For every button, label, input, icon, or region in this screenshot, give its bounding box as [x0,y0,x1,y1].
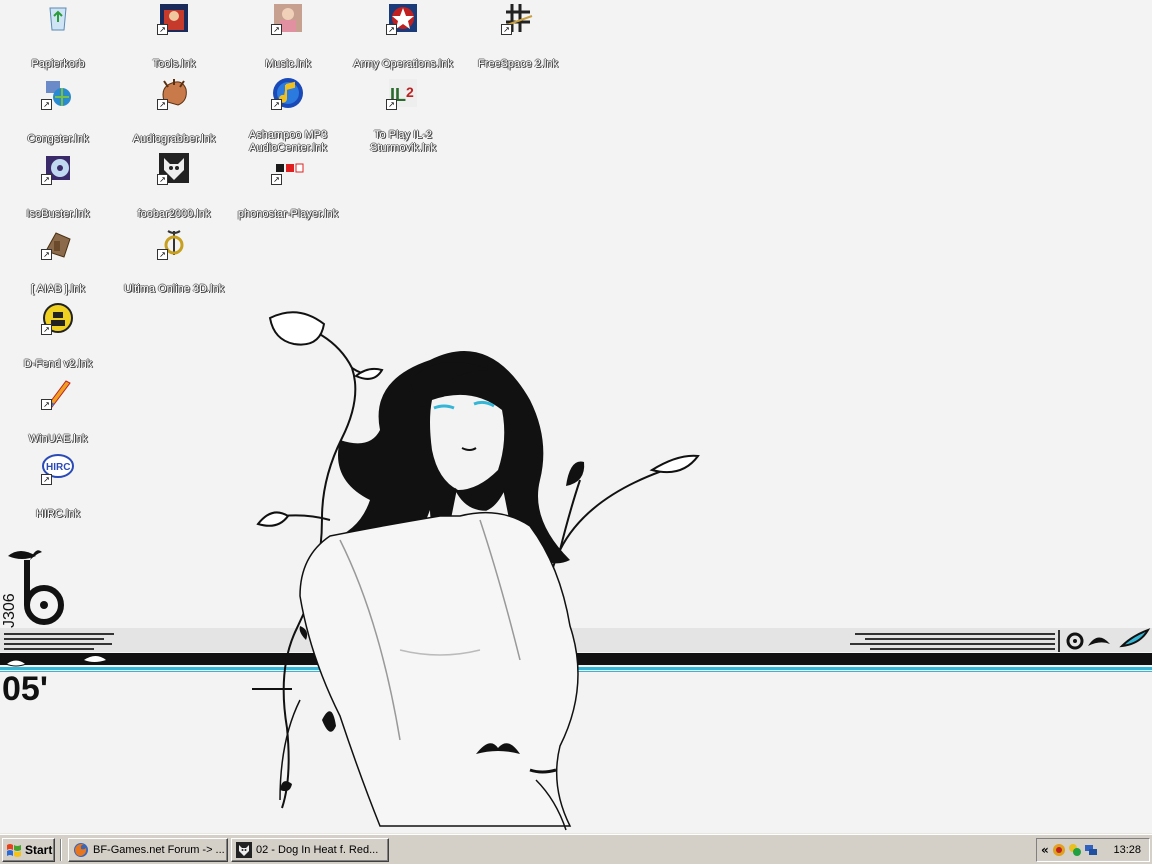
hirc-icon: HIRC ↗ [41,452,74,485]
messenger-tray-icon[interactable] [1068,843,1082,857]
desktop-icon-label: To Play IL-2 Sturmovik.lnk [369,129,437,154]
task-button-browser[interactable]: BF-Games.net Forum -> ... [68,838,228,862]
tray-expand-button[interactable]: « [1041,843,1049,857]
freespace-icon: ↗ [501,2,534,35]
desktop-icon-label: Music.lnk [265,58,311,70]
shortcut-arrow-icon: ↗ [157,99,168,110]
svg-text:2: 2 [406,84,414,100]
taskbar: Start BF-Games.net Forum -> ... 02 - Dog… [0,834,1152,864]
foobar-icon: ↗ [157,152,190,185]
taskbar-separator [60,839,62,861]
desktop-icon-aiab[interactable]: ↗ [ AIAB ].lnk [0,227,116,297]
shortcut-arrow-icon: ↗ [271,99,282,110]
task-button-player[interactable]: 02 - Dog In Heat f. Red... [231,838,389,862]
desktop-icon-label: D-Fend v2.lnk [23,358,93,370]
ultima-icon: ↗ [157,227,190,260]
shortcut-arrow-icon: ↗ [41,174,52,185]
task-label: BF-Games.net Forum -> ... [93,844,225,856]
antivirus-tray-icon[interactable] [1052,843,1066,857]
desktop-icon-music[interactable]: ↗ Music.lnk [230,2,346,72]
desktop-icon-il2[interactable]: IL 2 ↗ To Play IL-2 Sturmovik.lnk [345,77,461,156]
shortcut-arrow-icon: ↗ [386,99,397,110]
ashampoo-icon: ↗ [271,77,304,110]
shortcut-arrow-icon: ↗ [41,399,52,410]
shortcut-arrow-icon: ↗ [41,474,52,485]
shortcut-arrow-icon: ↗ [501,24,512,35]
shortcut-arrow-icon: ↗ [386,24,397,35]
congster-icon: ↗ [41,77,74,110]
task-label: 02 - Dog In Heat f. Red... [256,844,379,856]
desktop-icon-recycle-bin[interactable]: Papierkorb [0,2,116,72]
desktop-icon-congster[interactable]: ↗ Congster.lnk [0,77,116,147]
desktop-icon-label: IsoBuster.lnk [26,208,90,220]
foobar-icon [236,842,252,858]
desktop-icon-label: Army Operations.lnk [353,58,453,70]
shortcut-arrow-icon: ↗ [157,24,168,35]
winuae-icon: ↗ [41,377,74,410]
desktop-icon-army-operations[interactable]: ↗ Army Operations.lnk [345,2,461,72]
recycle-bin-icon [42,2,74,34]
il2-icon: IL 2 ↗ [386,77,419,110]
desktop-icon-ultima[interactable]: ↗ Ultima Online 3D.lnk [116,227,232,297]
audiograbber-icon: ↗ [157,77,190,110]
shortcut-arrow-icon: ↗ [41,99,52,110]
phonostar-icon: ↗ [271,152,304,185]
desktop-icon-label: Ultima Online 3D.lnk [123,283,225,295]
tools-icon: ↗ [157,2,190,35]
shortcut-arrow-icon: ↗ [157,174,168,185]
wallpaper-number: 05' [2,670,48,708]
desktop-icon-foobar[interactable]: ↗ foobar2000.lnk [116,152,232,222]
desktop-icon-dfend[interactable]: ↗ D-Fend v2.lnk [0,302,116,372]
desktop-icon-phonostar[interactable]: ↗ phonostar-Player.lnk [230,152,346,222]
shortcut-arrow-icon: ↗ [271,174,282,185]
desktop-icon-label: FreeSpace 2.lnk [477,58,559,70]
svg-text:HIRC: HIRC [46,462,70,473]
desktop-icon-audiograbber[interactable]: ↗ Audiograbber.lnk [116,77,232,147]
aiab-icon: ↗ [41,227,74,260]
desktop-icon-label: foobar2000.lnk [137,208,211,220]
shortcut-arrow-icon: ↗ [157,249,168,260]
desktop-icon-label: WinUAE.lnk [28,433,88,445]
desktop-icon-label: Tools.lnk [152,58,196,70]
desktop-icon-label: Audiograbber.lnk [132,133,216,145]
desktop-icon-label: phonostar-Player.lnk [237,208,339,220]
wallpaper-logo-text: J306 [1,593,18,628]
army-operations-icon: ↗ [386,2,419,35]
firefox-icon [74,843,88,857]
desktop-icon-freespace[interactable]: ↗ FreeSpace 2.lnk [460,2,576,72]
desktop-icon-isobuster[interactable]: ↗ IsoBuster.lnk [0,152,116,222]
network-tray-icon[interactable] [1084,843,1098,857]
desktop-icon-tools[interactable]: ↗ Tools.lnk [116,2,232,72]
shortcut-arrow-icon: ↗ [271,24,282,35]
system-tray: « 13:28 [1036,838,1150,862]
windows-logo-icon [7,844,21,857]
desktop-icon-label: HIRC.lnk [35,508,80,520]
desktop-icon-label: Papierkorb [31,58,85,70]
shortcut-arrow-icon: ↗ [41,324,52,335]
isobuster-icon: ↗ [41,152,74,185]
desktop-icon-ashampoo[interactable]: ↗ Ashampoo MP3 AudioCenter.lnk [230,77,346,156]
music-icon: ↗ [271,2,304,35]
clock[interactable]: 13:28 [1113,844,1141,856]
desktop-icon-label: [ AIAB ].lnk [31,283,85,295]
start-button[interactable]: Start [2,838,55,862]
shortcut-arrow-icon: ↗ [41,249,52,260]
desktop-icon-winuae[interactable]: ↗ WinUAE.lnk [0,377,116,447]
dfend-icon: ↗ [41,302,74,335]
start-label: Start [25,843,53,857]
desktop-icon-label: Congster.lnk [27,133,89,145]
desktop-icon-hirc[interactable]: HIRC ↗ HIRC.lnk [0,452,116,522]
